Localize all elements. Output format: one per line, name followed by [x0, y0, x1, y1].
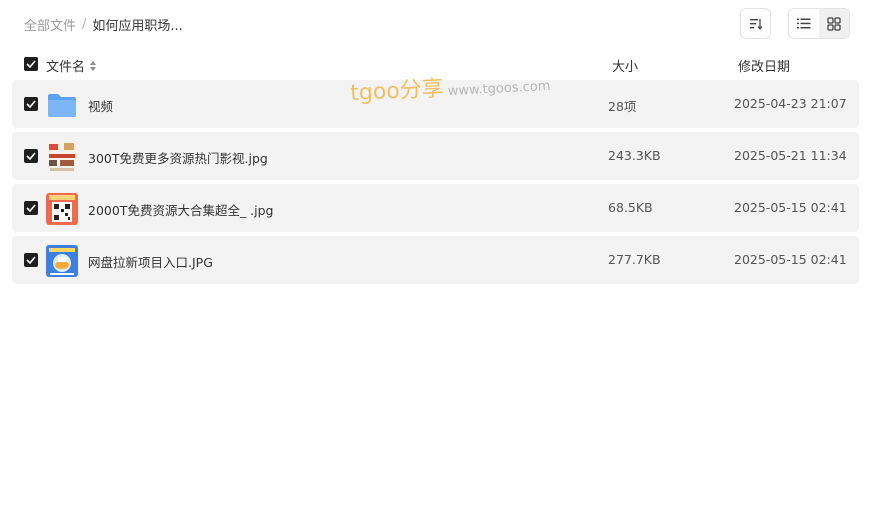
name-column-header[interactable]: 文件名 — [46, 56, 97, 75]
breadcrumb-current: 如何应用职场... — [92, 19, 183, 34]
sort-button[interactable] — [740, 8, 771, 39]
name-header-label: 文件名 — [46, 60, 86, 75]
file-name[interactable]: 视频 — [88, 96, 113, 115]
image-thumbnail — [46, 245, 78, 277]
row-checkbox[interactable] — [24, 201, 38, 215]
row-checkbox[interactable] — [24, 253, 38, 267]
breadcrumb-root-link[interactable]: 全部文件 — [24, 15, 76, 34]
file-size: 68.5KB — [608, 200, 653, 215]
grid-view-icon — [827, 16, 841, 31]
row-checkbox[interactable] — [24, 97, 38, 111]
sort-toggle-icon — [90, 60, 97, 71]
table-header: 文件名 大小 修改日期 — [12, 48, 859, 80]
row-checkbox[interactable] — [24, 149, 38, 163]
list-view-icon — [797, 18, 811, 29]
breadcrumb-separator: / — [82, 17, 87, 32]
file-date: 2025-05-15 02:41 — [734, 200, 847, 215]
file-date: 2025-04-23 21:07 — [734, 96, 847, 111]
table-row[interactable]: 300T免费更多资源热门影视.jpg 243.3KB 2025-05-21 11… — [12, 132, 859, 180]
file-date: 2025-05-15 02:41 — [734, 252, 847, 267]
list-view-button[interactable] — [789, 9, 819, 38]
file-size: 277.7KB — [608, 252, 661, 267]
table-row[interactable]: 网盘拉新项目入口.JPG 277.7KB 2025-05-15 02:41 — [12, 236, 859, 284]
top-bar: 全部文件 / 如何应用职场... — [0, 0, 874, 48]
breadcrumb: 全部文件 / 如何应用职场... — [24, 15, 183, 34]
size-column-header[interactable]: 大小 — [612, 56, 638, 75]
check-icon — [26, 152, 36, 160]
file-name[interactable]: 网盘拉新项目入口.JPG — [88, 252, 213, 271]
file-date: 2025-05-21 11:34 — [734, 148, 847, 163]
check-icon — [26, 256, 36, 264]
table-row[interactable]: 视频 28项 2025-04-23 21:07 — [12, 80, 859, 128]
view-toggle-group — [788, 8, 850, 39]
file-name[interactable]: 300T免费更多资源热门影视.jpg — [88, 148, 268, 167]
file-list: 视频 28项 2025-04-23 21:07 300T免费更多资源热门影视.j… — [12, 80, 859, 288]
image-thumbnail — [46, 193, 78, 225]
file-size: 28项 — [608, 99, 637, 114]
table-row[interactable]: 2000T免费资源大合集超全_ .jpg 68.5KB 2025-05-15 0… — [12, 184, 859, 232]
check-icon — [26, 60, 36, 68]
file-name[interactable]: 2000T免费资源大合集超全_ .jpg — [88, 200, 274, 219]
folder-icon — [46, 89, 78, 121]
check-icon — [26, 100, 36, 108]
file-size: 243.3KB — [608, 148, 661, 163]
sort-icon — [749, 18, 762, 30]
date-column-header[interactable]: 修改日期 — [738, 56, 790, 75]
image-thumbnail — [46, 141, 78, 173]
grid-view-button[interactable] — [819, 9, 849, 38]
select-all-checkbox[interactable] — [24, 57, 38, 71]
check-icon — [26, 204, 36, 212]
